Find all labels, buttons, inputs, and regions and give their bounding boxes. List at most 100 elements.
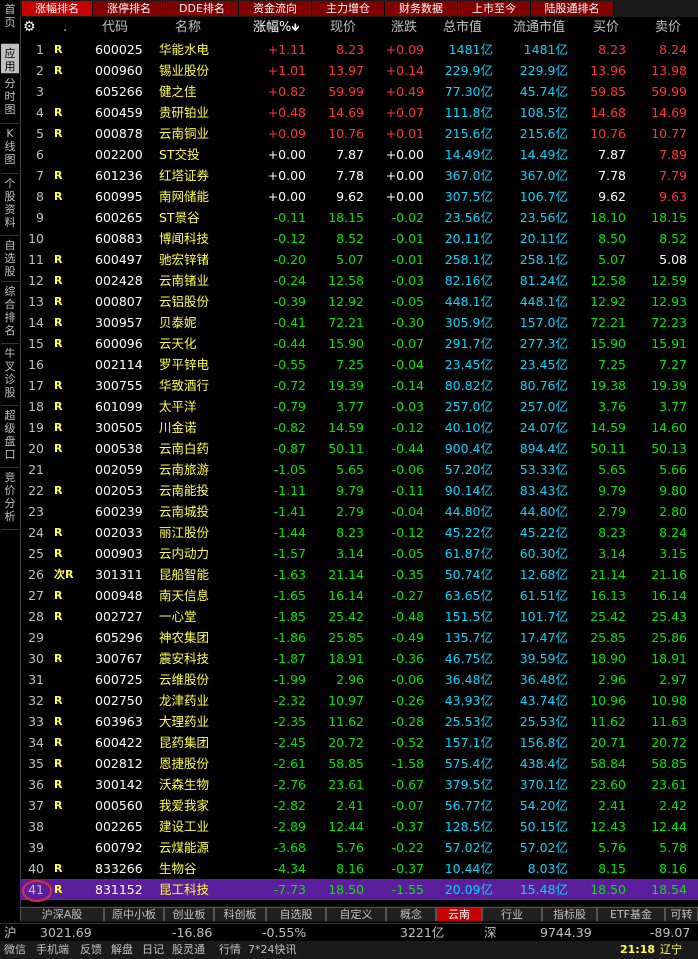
sidebar-item-9[interactable]: 竞价分析: [1, 468, 19, 530]
bottom-tab-7[interactable]: 云南: [436, 907, 482, 921]
table-row[interactable]: 28 R 002727 一心堂 -1.85 25.42 -0.48 25.42 25.43 151…: [20, 606, 698, 627]
table-row[interactable]: 6 002200 ST交投 +0.00 7.87 +0.00 7.87 7.89 14.49亿 1…: [20, 144, 698, 165]
top-tab-4[interactable]: 主力增仓: [312, 1, 385, 16]
table-row[interactable]: 22 R 002053 云南能投 -1.11 9.79 -0.11 9.79 9.80 90.14…: [20, 480, 698, 501]
table-row[interactable]: 18 R 601099 太平洋 -0.79 3.77 -0.03 3.76 3.77 257.0亿…: [20, 396, 698, 417]
top-tab-3[interactable]: 资金流向: [239, 1, 312, 16]
table-row[interactable]: 13 R 000807 云铝股份 -0.39 12.92 -0.05 12.92 12.93 44…: [20, 291, 698, 312]
total-market-value: 258.1亿: [423, 249, 493, 270]
sidebar-item-1[interactable]: 应用: [1, 44, 19, 74]
footer-item-5[interactable]: 股灵通: [172, 941, 205, 959]
table-row[interactable]: 35 R 002812 恩捷股份 -2.61 58.85 -1.58 58.84 58.85 57…: [20, 753, 698, 774]
table-row[interactable]: 17 R 300755 华致酒行 -0.72 19.39 -0.14 19.38 19.39 80…: [20, 375, 698, 396]
bottom-tab-6[interactable]: 概念: [386, 907, 436, 921]
unit-yi: 亿: [480, 630, 493, 645]
table-row[interactable]: 33 R 603963 大理药业 -2.35 11.62 -0.28 11.62 11.63 25…: [20, 711, 698, 732]
table-row[interactable]: 7 R 601236 红塔证券 +0.00 7.78 +0.00 7.78 7.79 367.0亿…: [20, 165, 698, 186]
table-row[interactable]: 1 R 600025 华能水电 +1.11 8.23 +0.09 8.23 8.24 1481亿 1…: [20, 39, 698, 60]
bottom-tab-3[interactable]: 科创板: [214, 907, 266, 921]
table-row[interactable]: 38 002265 建设工业 -2.89 12.44 -0.37 12.43 12.44 128…: [20, 816, 698, 837]
float-market-value-value: 12.68: [519, 567, 556, 582]
bottom-tab-5[interactable]: 自定义: [326, 907, 386, 921]
sidebar-item-6[interactable]: 综合排名: [1, 282, 19, 344]
sidebar-item-8[interactable]: 超级盘口: [1, 406, 19, 468]
footer-item-0[interactable]: 微信: [4, 941, 26, 959]
table-row[interactable]: 27 R 000948 南天信息 -1.65 16.14 -0.27 16.13 16.14 63…: [20, 585, 698, 606]
stock-name: 南网储能: [159, 189, 210, 204]
row-flag: R: [54, 715, 63, 728]
header-name[interactable]: 名称: [175, 17, 201, 39]
header-change-pct[interactable]: 涨幅%🡻: [253, 17, 299, 39]
table-row[interactable]: 24 R 002033 丽江股份 -1.44 8.23 -0.12 8.23 8.24 45.22…: [20, 522, 698, 543]
top-tab-7[interactable]: 陆股通排名: [531, 1, 614, 16]
table-row[interactable]: 5 R 000878 云南铜业 +0.09 10.76 +0.01 10.76 10.77 215…: [20, 123, 698, 144]
bottom-tab-2[interactable]: 创业板: [164, 907, 214, 921]
sidebar-item-2[interactable]: 分时图: [1, 74, 19, 124]
unit-yi: 亿: [555, 882, 568, 897]
table-row[interactable]: 40 R 833266 生物谷 -4.34 8.16 -0.37 8.15 8.16 10.44亿…: [20, 858, 698, 879]
footer-item-6[interactable]: 行情: [219, 941, 241, 959]
change-amount: -0.28: [391, 714, 424, 729]
total-market-value-value: 36.48: [444, 672, 481, 687]
table-row[interactable]: 37 R 000560 我爱我家 -2.82 2.41 -0.07 2.41 2.42 56.77…: [20, 795, 698, 816]
bottom-tab-0[interactable]: 沪深A股: [20, 907, 104, 921]
table-row[interactable]: 41 R 831152 昆工科技 -7.73 18.50 -1.55 18.50 18.54 20…: [20, 879, 698, 902]
bottom-tab-10[interactable]: ETF基金: [597, 907, 665, 921]
sidebar-item-5[interactable]: 自选股: [1, 236, 19, 282]
header-code[interactable]: 代码: [102, 17, 128, 39]
footer-item-4[interactable]: 日记: [142, 941, 164, 959]
table-row[interactable]: 3 605266 健之佳 +0.82 59.99 +0.49 59.85 59.99 77.30…: [20, 81, 698, 102]
header-price[interactable]: 现价: [330, 17, 356, 39]
top-tab-6[interactable]: 上市至今: [458, 1, 531, 16]
table-row[interactable]: 34 R 600422 昆药集团 -2.45 20.72 -0.52 20.71 20.72 15…: [20, 732, 698, 753]
table-row[interactable]: 29 605296 神农集团 -1.86 25.85 -0.49 25.85 25.86 135…: [20, 627, 698, 648]
table-row[interactable]: 11 R 600497 驰宏锌锗 -0.20 5.07 -0.01 5.07 5.08 258.1…: [20, 249, 698, 270]
table-row[interactable]: 21 002059 云南旅游 -1.05 5.65 -0.06 5.65 5.66 57.20亿…: [20, 459, 698, 480]
header-bid[interactable]: 买价: [593, 17, 619, 39]
header-change[interactable]: 涨跌: [391, 17, 417, 39]
sidebar-item-0[interactable]: 首页: [1, 0, 19, 44]
table-row[interactable]: 9 600265 ST景谷 -0.11 18.15 -0.02 18.10 18.15 23.5…: [20, 207, 698, 228]
footer-item-1[interactable]: 手机端: [36, 941, 69, 959]
table-row[interactable]: 12 R 002428 云南锗业 -0.24 12.58 -0.03 12.58 12.59 82…: [20, 270, 698, 291]
table-row[interactable]: 26 次R 301311 昆船智能 -1.63 21.14 -0.35 21.14 21.16 5…: [20, 564, 698, 585]
footer-item-2[interactable]: 反馈: [80, 941, 102, 959]
change-pct: -0.79: [273, 399, 306, 414]
sidebar-item-3[interactable]: K线图: [1, 124, 19, 174]
sidebar-item-4[interactable]: 个股资料: [1, 174, 19, 236]
table-row[interactable]: 8 R 600995 南网储能 +0.00 9.62 +0.00 9.62 9.63 307.5亿…: [20, 186, 698, 207]
table-row[interactable]: 10 600883 博闻科技 -0.12 8.52 -0.01 8.50 8.52 20.11亿…: [20, 228, 698, 249]
sidebar-item-7[interactable]: 牛叉诊股: [1, 344, 19, 406]
table-row[interactable]: 32 R 002750 龙津药业 -2.32 10.97 -0.26 10.96 10.98 43…: [20, 690, 698, 711]
top-tab-5[interactable]: 财务数据: [385, 1, 458, 16]
bottom-tab-1[interactable]: 原中小板: [104, 907, 164, 921]
bottom-tab-4[interactable]: 自选股: [266, 907, 326, 921]
table-row[interactable]: 15 R 600096 云天化 -0.44 15.90 -0.07 15.90 15.91 291…: [20, 333, 698, 354]
table-row[interactable]: 31 600725 云维股份 -1.99 2.96 -0.06 2.96 2.97 36.48亿…: [20, 669, 698, 690]
current-price: 16.14: [328, 588, 364, 603]
table-row[interactable]: 16 002114 罗平锌电 -0.55 7.25 -0.04 7.25 7.27 23.45亿…: [20, 354, 698, 375]
top-tab-2[interactable]: DDE排名: [166, 1, 239, 16]
table-row[interactable]: 2 R 000960 锡业股份 +1.01 13.97 +0.14 13.96 13.98 229…: [20, 60, 698, 81]
current-price: 9.79: [336, 483, 364, 498]
table-row[interactable]: 39 600792 云煤能源 -3.68 5.76 -0.22 5.76 5.78 57.02亿…: [20, 837, 698, 858]
table-row[interactable]: 20 R 000538 云南白药 -0.87 50.11 -0.44 50.11 50.13 90…: [20, 438, 698, 459]
table-row[interactable]: 25 R 000903 云内动力 -1.57 3.14 -0.05 3.14 3.15 61.87…: [20, 543, 698, 564]
gear-icon[interactable]: ⚙: [23, 19, 40, 36]
table-row[interactable]: 36 R 300142 沃森生物 -2.76 23.61 -0.67 23.60 23.61 37…: [20, 774, 698, 795]
top-tab-1[interactable]: 涨停排名: [93, 1, 166, 16]
header-float-mv[interactable]: 流通市值: [513, 17, 565, 39]
footer-item-3[interactable]: 解盘: [111, 941, 133, 959]
bottom-tab-9[interactable]: 指标股: [542, 907, 597, 921]
table-row[interactable]: 23 600239 云南城投 -1.41 2.79 -0.04 2.79 2.80 44.80亿…: [20, 501, 698, 522]
table-row[interactable]: 19 R 300505 川金诺 -0.82 14.59 -0.12 14.59 14.60 40.…: [20, 417, 698, 438]
header-total-mv[interactable]: 总市值: [443, 17, 482, 39]
top-tab-0[interactable]: 涨幅排名: [22, 1, 93, 16]
header-ask[interactable]: 卖价: [655, 17, 681, 39]
table-row[interactable]: 14 R 300957 贝泰妮 -0.41 72.21 -0.30 72.21 72.23 305…: [20, 312, 698, 333]
table-row[interactable]: 30 R 300767 震安科技 -1.87 18.91 -0.36 18.90 18.91 46…: [20, 648, 698, 669]
bottom-tab-11[interactable]: 可转: [665, 907, 698, 921]
table-row[interactable]: 4 R 600459 贵研铂业 +0.48 14.69 +0.07 14.68 14.69 111…: [20, 102, 698, 123]
bottom-tab-8[interactable]: 行业: [482, 907, 542, 921]
footer-item-7[interactable]: 7*24快讯: [248, 941, 297, 959]
